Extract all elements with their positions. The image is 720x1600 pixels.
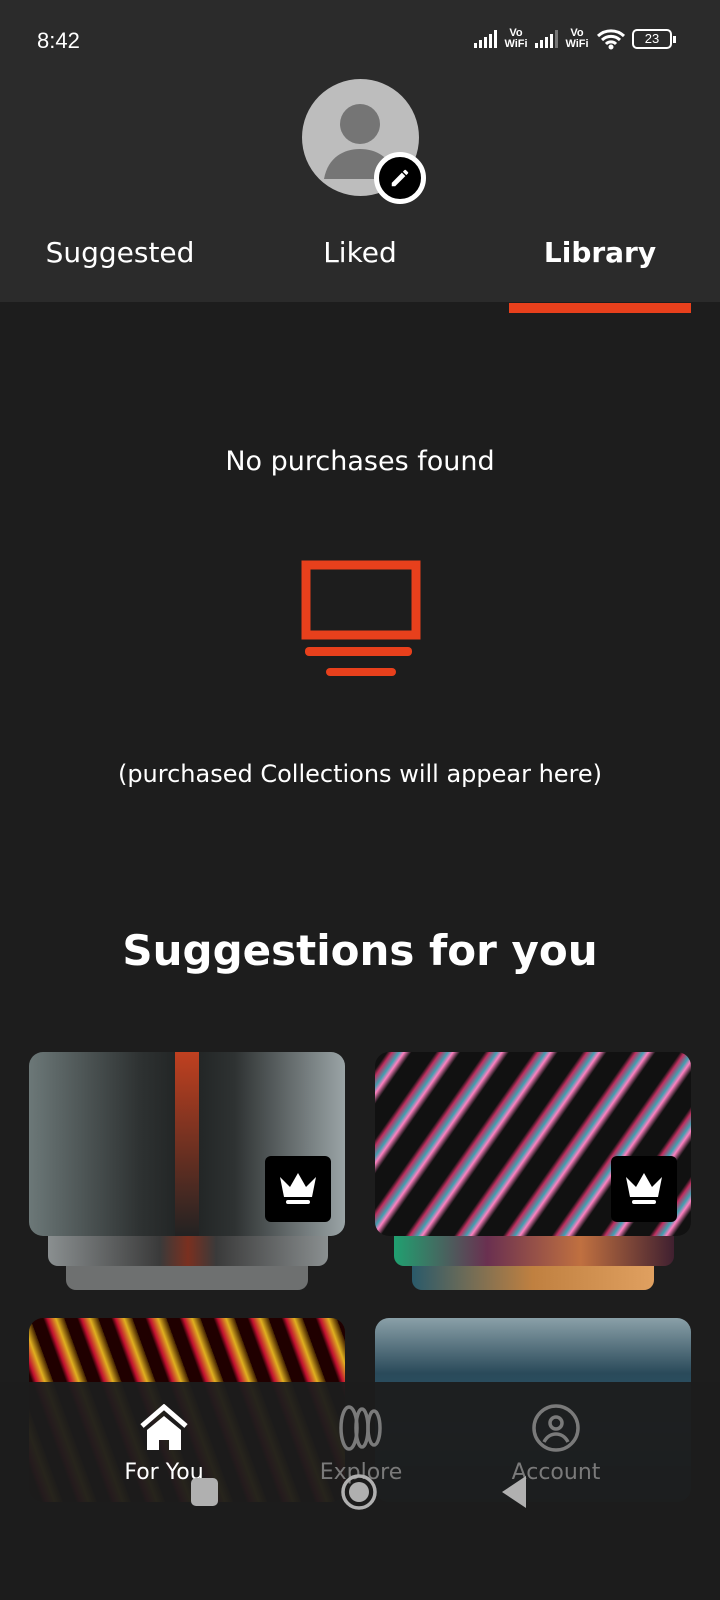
- pencil-icon: [391, 169, 409, 187]
- account-icon: [532, 1404, 580, 1452]
- signal-icon: [474, 30, 497, 48]
- active-tab-indicator: [509, 303, 691, 313]
- crown-icon: [626, 1173, 662, 1204]
- signal-icon: [535, 30, 558, 48]
- suggestions-title: Suggestions for you: [122, 926, 598, 975]
- vowifi-label: Vo WiFi: [504, 27, 528, 50]
- explore-icon: [339, 1405, 382, 1451]
- home-button[interactable]: [340, 1473, 378, 1511]
- edit-avatar-button[interactable]: [374, 152, 426, 204]
- premium-badge: [611, 1156, 677, 1222]
- suggestion-card[interactable]: [29, 1052, 345, 1236]
- vowifi-label: Vo WiFi: [565, 27, 589, 50]
- suggestion-card[interactable]: [375, 1052, 691, 1236]
- empty-title: No purchases found: [225, 446, 495, 477]
- tab-liked[interactable]: Liked: [240, 236, 480, 269]
- empty-subtitle: (purchased Collections will appear here): [117, 760, 603, 788]
- tab-suggested[interactable]: Suggested: [0, 236, 240, 269]
- wifi-icon: [596, 29, 626, 50]
- home-icon: [140, 1404, 188, 1450]
- crown-icon: [280, 1173, 316, 1204]
- battery-icon: 23: [632, 29, 676, 49]
- recents-button[interactable]: [191, 1478, 218, 1506]
- status-icons: Vo WiFi Vo WiFi 23: [474, 27, 676, 50]
- tab-library[interactable]: Library: [480, 236, 720, 269]
- back-button[interactable]: [500, 1474, 528, 1510]
- tv-icon: [301, 560, 421, 676]
- tower-art: [175, 1052, 199, 1236]
- status-time: 8:42: [37, 28, 80, 53]
- profile-tabs: Suggested Liked Library: [0, 236, 720, 269]
- premium-badge: [265, 1156, 331, 1222]
- system-nav: [0, 1462, 720, 1522]
